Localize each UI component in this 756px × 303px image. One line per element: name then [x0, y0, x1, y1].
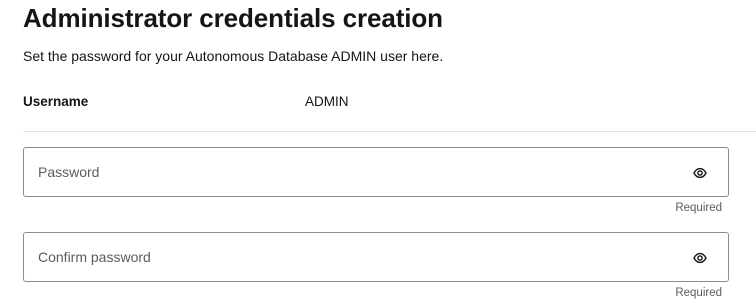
- page-title: Administrator credentials creation: [23, 3, 443, 33]
- confirm-password-field[interactable]: [23, 232, 729, 282]
- username-value: ADMIN: [305, 94, 349, 109]
- section-divider: [23, 131, 756, 132]
- password-required-text: Required: [675, 202, 722, 214]
- username-row: Username ADMIN: [23, 93, 756, 111]
- username-label: Username: [23, 94, 89, 109]
- password-input[interactable]: [24, 148, 728, 196]
- confirm-password-required-text: Required: [675, 287, 722, 299]
- password-field[interactable]: [23, 147, 729, 197]
- eye-icon[interactable]: [693, 166, 707, 180]
- confirm-password-input[interactable]: [24, 233, 728, 281]
- eye-icon[interactable]: [693, 251, 707, 265]
- page-description: Set the password for your Autonomous Dat…: [23, 48, 444, 64]
